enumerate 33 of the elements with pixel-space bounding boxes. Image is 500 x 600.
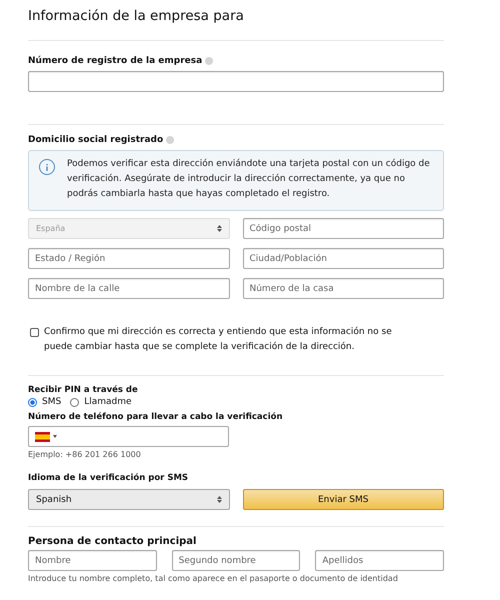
flag-icon[interactable] (35, 432, 50, 442)
page-title: Información de la empresa para (28, 7, 245, 26)
section-label: Domicilio social registrado (28, 135, 164, 145)
checkbox[interactable] (30, 328, 39, 337)
radio-button[interactable] (70, 398, 80, 406)
input-field[interactable]: Ciudad/Población (242, 248, 444, 269)
info-icon (39, 159, 55, 175)
input-field[interactable]: Segundo nombre (172, 550, 300, 571)
input-field[interactable]: Código postal (242, 218, 444, 239)
input-field[interactable]: Número de la casa (242, 278, 444, 299)
send-sms-button[interactable]: Enviar SMS (242, 489, 444, 510)
radio-label: SMS (42, 397, 62, 407)
radio-label: Llamadme (84, 397, 132, 407)
checkbox-label: Confirmo que mi dirección es correcta y entiendo que esta información no se puede cambiar hasta que se complete la verificación de la dirección. (44, 326, 393, 354)
input-field[interactable]: Nombre (28, 550, 157, 571)
field-label: Número de registro de la empresa (28, 56, 202, 66)
input-field[interactable]: Estado / Región (28, 248, 230, 269)
language-select[interactable]: Spanish (28, 489, 230, 510)
caret-icon[interactable] (53, 435, 57, 438)
select-arrows-icon (216, 225, 222, 232)
input-field[interactable] (28, 71, 444, 92)
input-field[interactable]: Apellidos (315, 550, 444, 571)
phone-field[interactable] (28, 426, 229, 447)
field-label: Idioma de la verificación por SMS (28, 473, 188, 483)
input-field[interactable]: Nombre de la calle (28, 278, 230, 299)
hint-text: Ejemplo: +86 201 266 1000 (28, 450, 142, 459)
select-arrows-icon (216, 496, 222, 503)
field-label: Recibir PIN a través de (28, 385, 138, 395)
field-label: Número de teléfono para llevar a cabo la verificación (28, 412, 282, 422)
notice-text: Podemos verificar esta dirección enviándote una tarjeta postal con un código de verificación. Asegúrate de introducir la dirección correctamente, ya que no podrás cambiarla hasta que hayas completado el registro. (67, 158, 431, 201)
radio-button[interactable] (28, 398, 37, 406)
hint-text: Introduce tu nombre completo, tal como aparece en el pasaporte o documento de identidad (28, 574, 399, 583)
section-label: Persona de contacto principal (28, 536, 196, 547)
